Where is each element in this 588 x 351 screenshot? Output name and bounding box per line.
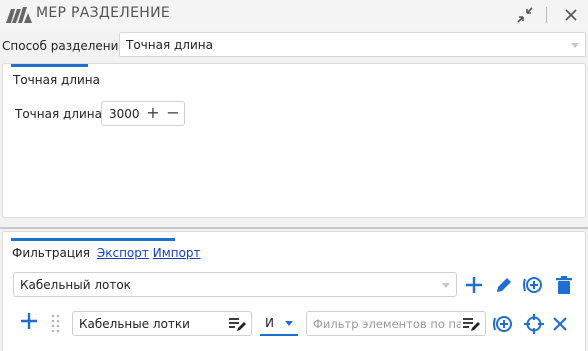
- rule-operator-value: И: [265, 316, 274, 330]
- exact-length-value[interactable]: 3000: [109, 107, 140, 121]
- list-edit-icon[interactable]: [461, 315, 481, 333]
- add-circle-icon[interactable]: [492, 312, 516, 336]
- exact-length-tab[interactable]: Точная длина: [13, 73, 100, 87]
- rule-parameter-value: Кабельные лотки: [79, 317, 190, 331]
- drag-handle-icon[interactable]: [49, 311, 63, 335]
- chevron-down-icon: [285, 321, 293, 326]
- split-method-select[interactable]: Точная длина: [119, 32, 586, 57]
- element-filter-input[interactable]: Фильтр элементов по пара: [306, 311, 486, 336]
- title-bar: МЕР РАЗДЕЛЕНИЕ: [0, 0, 588, 30]
- category-value: Кабельный лоток: [20, 278, 131, 292]
- category-select[interactable]: Кабельный лоток: [13, 272, 457, 297]
- trash-icon[interactable]: [552, 273, 576, 297]
- tab-filtering[interactable]: Фильтрация: [12, 246, 90, 260]
- rule-operator-select[interactable]: И: [260, 311, 298, 336]
- collapse-arrows-icon[interactable]: [514, 4, 536, 26]
- remove-rule-icon[interactable]: [548, 312, 572, 336]
- split-method-label: Способ разделения:: [2, 39, 130, 53]
- tab-accent: [11, 238, 175, 241]
- filter-panel: Фильтрация Экспорт Импорт Кабельный лото…: [2, 231, 586, 351]
- add-rule-icon[interactable]: [17, 309, 41, 333]
- window-title: МЕР РАЗДЕЛЕНИЕ: [36, 5, 171, 21]
- element-filter-placeholder: Фильтр элементов по пара: [313, 317, 463, 331]
- filter-tabs: Фильтрация Экспорт Импорт: [12, 246, 201, 260]
- decrement-button[interactable]: −: [165, 105, 181, 122]
- crosshair-icon[interactable]: [522, 312, 546, 336]
- panel-divider: [0, 227, 588, 229]
- add-circle-icon[interactable]: [522, 273, 546, 297]
- tab-import[interactable]: Импорт: [153, 246, 201, 260]
- add-icon[interactable]: [462, 273, 486, 297]
- split-method-value: Точная длина: [126, 38, 213, 52]
- exact-length-panel: Точная длина Точная длина: 3000 + −: [2, 63, 586, 218]
- list-edit-icon[interactable]: [227, 315, 247, 333]
- rule-parameter-field[interactable]: Кабельные лотки: [72, 311, 252, 336]
- exact-length-label: Точная длина:: [15, 107, 107, 121]
- pencil-icon[interactable]: [492, 273, 516, 297]
- chevron-down-icon: [442, 283, 450, 288]
- tab-accent: [11, 64, 88, 67]
- increment-button[interactable]: +: [145, 105, 161, 122]
- close-icon[interactable]: [560, 4, 582, 26]
- split-method-row: Способ разделения: Точная длина: [0, 31, 588, 59]
- chevron-down-icon: [571, 43, 579, 48]
- title-separator: [546, 7, 547, 23]
- mep-logo-icon: [6, 7, 32, 23]
- tab-export[interactable]: Экспорт: [97, 246, 149, 260]
- exact-length-stepper[interactable]: 3000 + −: [101, 101, 185, 126]
